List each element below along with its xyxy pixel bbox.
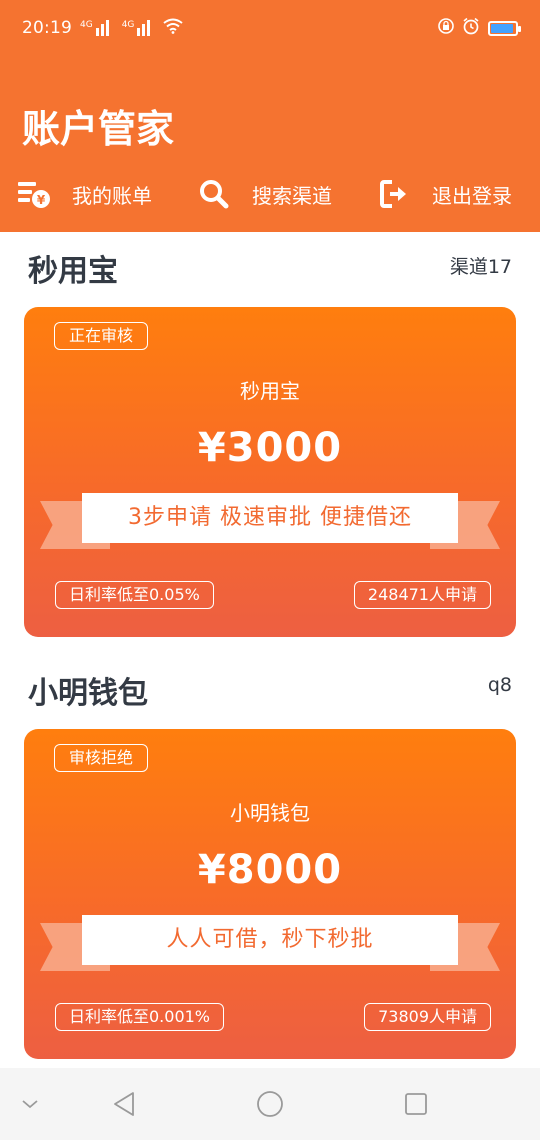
channel-code: 渠道17 — [449, 256, 512, 278]
top-nav: ¥ 我的账单 搜索渠道 退出登录 — [0, 172, 540, 216]
nav-logout[interactable]: 退出登录 — [376, 176, 512, 212]
alarm-icon — [462, 17, 480, 39]
status-badge: 审核拒绝 — [54, 744, 149, 772]
applicants-pill: 73809人申请 — [364, 1003, 491, 1031]
rate-pill: 日利率低至0.001% — [55, 1003, 225, 1031]
app-header: 20:19 4G 4G 账户管家 ¥ 我的账单 搜索渠道 退出登录 — [0, 0, 540, 232]
channel-code: q8 — [487, 674, 512, 696]
back-triangle-icon[interactable] — [100, 1068, 148, 1140]
bill-icon: ¥ — [16, 176, 52, 212]
signal-icon: 4G — [122, 20, 156, 36]
rate-pill: 日利率低至0.05% — [55, 581, 214, 609]
search-icon — [196, 176, 232, 212]
card-amount: ¥3000 — [197, 425, 343, 471]
nav-my-bills-label: 我的账单 — [72, 183, 152, 208]
status-right — [438, 17, 521, 39]
card-product-name: 小明钱包 — [230, 801, 310, 825]
loan-card[interactable]: 审核拒绝 小明钱包 ¥8000 人人可借，秒下秒批 日利率低至0.001% 73… — [24, 729, 516, 1059]
system-nav-bar — [0, 1068, 540, 1140]
recents-square-icon[interactable] — [392, 1068, 440, 1140]
signal-tag: 4G — [121, 20, 135, 30]
channel-title: 小明钱包 — [28, 676, 148, 711]
nav-search-label: 搜索渠道 — [252, 183, 332, 208]
slogan-ribbon: 人人可借，秒下秒批 — [40, 915, 500, 975]
battery-icon — [488, 20, 521, 36]
lock-icon — [438, 18, 454, 38]
status-left: 20:19 4G 4G — [22, 18, 184, 38]
slogan-text: 人人可借，秒下秒批 — [82, 915, 458, 965]
loan-card[interactable]: 正在审核 秒用宝 ¥3000 3步申请 极速审批 便捷借还 日利率低至0.05%… — [24, 307, 516, 637]
chevron-down-icon[interactable] — [10, 1068, 50, 1140]
slogan-ribbon: 3步申请 极速审批 便捷借还 — [40, 493, 500, 553]
nav-logout-label: 退出登录 — [432, 183, 512, 208]
wifi-icon — [163, 18, 184, 38]
page-title: 账户管家 — [22, 107, 175, 151]
channel-title: 秒用宝 — [28, 254, 118, 289]
nav-my-bills[interactable]: ¥ 我的账单 — [16, 176, 152, 212]
nav-search-channel[interactable]: 搜索渠道 — [196, 176, 332, 212]
svg-text:¥: ¥ — [37, 193, 46, 207]
slogan-text: 3步申请 极速审批 便捷借还 — [82, 493, 458, 543]
applicants-pill: 248471人申请 — [353, 581, 491, 609]
status-badge: 正在审核 — [54, 322, 149, 350]
logout-icon — [376, 176, 412, 212]
status-time: 20:19 — [22, 18, 72, 38]
signal-icon: 4G — [80, 20, 114, 36]
home-circle-icon[interactable] — [246, 1068, 294, 1140]
battery-fill — [491, 23, 513, 33]
card-product-name: 秒用宝 — [240, 379, 300, 403]
signal-tag: 4G — [80, 20, 93, 30]
card-amount: ¥8000 — [197, 847, 343, 893]
status-bar: 20:19 4G 4G — [0, 0, 540, 56]
